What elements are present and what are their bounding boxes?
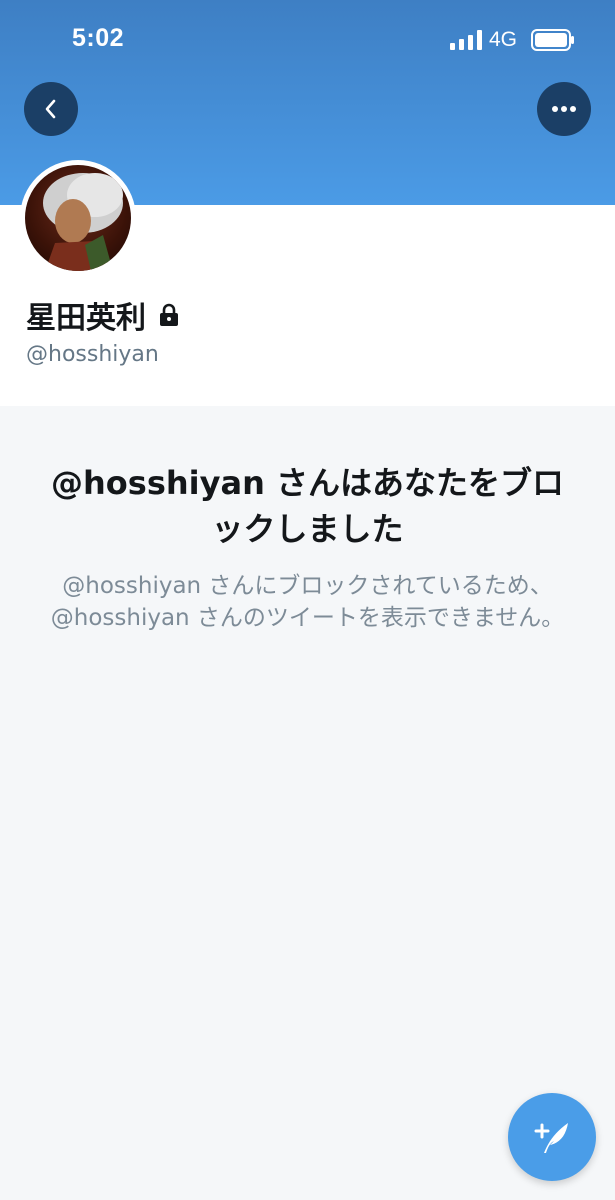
- avatar-image: [25, 165, 131, 271]
- compose-tweet-button[interactable]: [508, 1093, 596, 1181]
- avatar[interactable]: [20, 160, 136, 276]
- battery-icon: [531, 29, 574, 51]
- avatar-portrait: [43, 173, 123, 271]
- more-options-button[interactable]: [537, 82, 591, 136]
- back-button[interactable]: [24, 82, 78, 136]
- signal-icon: [450, 30, 482, 50]
- network-label: 4G: [489, 28, 518, 51]
- status-bar: 5:02 4G: [0, 0, 615, 80]
- chevron-left-icon: [45, 99, 56, 119]
- more-horizontal-icon: [552, 106, 576, 112]
- display-name-text: 星田英利: [26, 301, 146, 336]
- blocked-title: @hosshiyan さんはあなたをブロックしました: [51, 464, 564, 548]
- profile-handle: @hosshiyan: [26, 342, 159, 367]
- compose-tweet-icon: [534, 1123, 568, 1153]
- display-name: 星田英利: [26, 293, 182, 337]
- blocked-description: @hosshiyan さんにブロックされているため、@hosshiyan さんの…: [50, 573, 565, 631]
- lock-icon: [160, 303, 178, 326]
- status-time: 5:02: [72, 24, 125, 52]
